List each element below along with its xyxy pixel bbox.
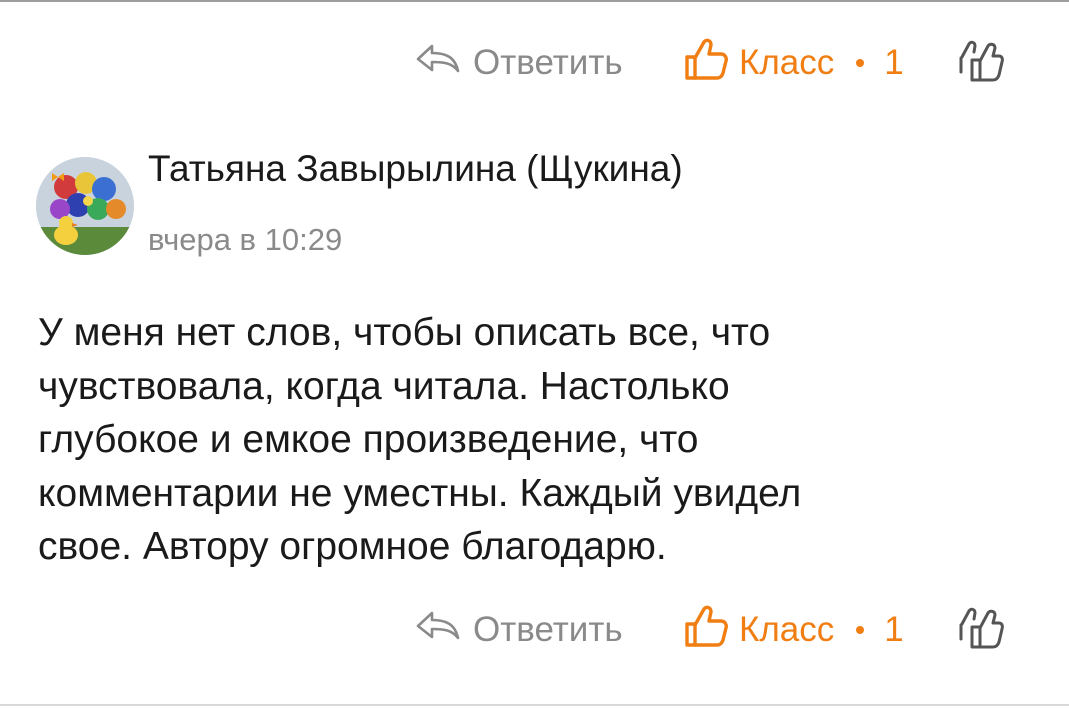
comment-actions: Ответить Класс 1 [0, 600, 1069, 660]
klass-label: Класс [739, 610, 835, 649]
top-divider [0, 0, 1069, 2]
bottom-divider [0, 704, 1069, 706]
comment-timestamp: вчера в 10:29 [148, 222, 343, 257]
comment-line: глубокое и емкое произведение, что [38, 418, 699, 461]
likers-button[interactable] [955, 39, 1005, 87]
avatar[interactable] [36, 157, 134, 255]
separator-dot [856, 626, 865, 634]
reply-label: Ответить [473, 43, 623, 82]
likers-button[interactable] [955, 606, 1005, 654]
thumbs-up-icon [683, 603, 729, 658]
author-name[interactable]: Татьяна Завырылина (Щукина) [148, 148, 683, 190]
double-thumbs-up-icon [956, 38, 1004, 89]
thumbs-up-icon [683, 36, 729, 91]
prev-comment-actions: Ответить Класс 1 [0, 33, 1069, 93]
klass-button[interactable]: Класс 1 [683, 605, 904, 654]
reply-button[interactable]: Ответить [415, 606, 623, 654]
double-thumbs-up-icon [956, 605, 1004, 656]
klass-count: 1 [884, 43, 904, 82]
klass-count: 1 [884, 610, 904, 649]
comment-line: комментарии не уместны. Каждый увидел [38, 471, 802, 515]
comment-line: У меня нет слов, чтобы описать все, что [38, 311, 771, 354]
separator-dot [856, 59, 865, 67]
reply-arrow-icon [415, 42, 461, 85]
reply-arrow-icon [415, 609, 461, 652]
balloons-avatar [36, 157, 134, 255]
reply-button[interactable]: Ответить [415, 39, 623, 87]
comment-line: свое. Автору огромное благодарю. [38, 525, 667, 568]
klass-label: Класс [739, 43, 835, 82]
comment-line: чувствовала, когда читала. Настолько [38, 364, 730, 408]
comments-view: Ответить Класс 1 Татьяна Завырылина (Щук… [0, 0, 1069, 708]
comment-text: У меня нет слов, чтобы описать все, что … [38, 306, 1038, 574]
reply-label: Ответить [473, 610, 623, 649]
klass-button[interactable]: Класс 1 [683, 38, 904, 87]
